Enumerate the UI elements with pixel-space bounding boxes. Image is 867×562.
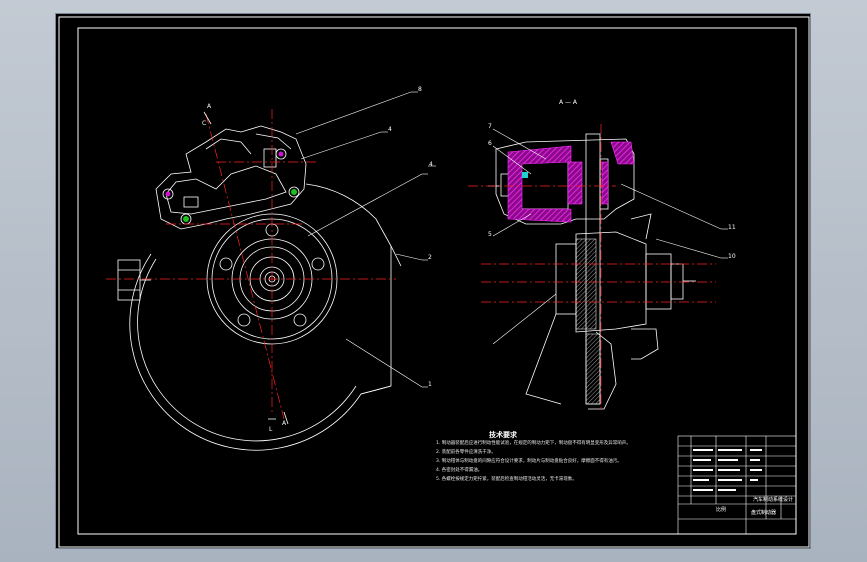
section-mark-c: C: [202, 120, 207, 127]
section-title: A — A: [559, 99, 578, 106]
callout-right-4: 11: [728, 224, 736, 231]
callout-left-1: 8: [418, 86, 422, 93]
technical-notes-title: 技术要求: [489, 431, 517, 439]
caliper-section-hatch: [507, 145, 572, 223]
technical-note-5: 5. 各螺栓按规定力矩拧紧，装配后检查制动钳活动灵活，无卡滞现象。: [436, 477, 577, 482]
title-block-scale-label: 比例: [716, 507, 727, 513]
caliper-bolt-accent-3: [278, 151, 284, 157]
callout-right-2: 6: [488, 140, 492, 147]
disc-hatch: [585, 333, 601, 405]
caliper-bolt-accent-2: [183, 216, 189, 222]
technical-note-4: 4. 各密封处不得漏油。: [436, 468, 483, 473]
technical-note-1: 1. 制动器装配后应进行制动性能试验，在规定的制动力矩下，制动盘不得有明显变形及…: [436, 441, 631, 446]
hub-hatch: [575, 238, 597, 330]
section-mark-l: L: [269, 426, 273, 433]
seal-accent: [522, 172, 528, 178]
section-line-a: [203, 111, 289, 425]
outer-border: [58, 16, 810, 548]
callout-right-3: 5: [488, 231, 492, 238]
cad-viewport[interactable]: A — A A A C L 8 4 4 2 1 7 6 5 11 10 技术要求…: [55, 13, 811, 549]
callout-left-2: 4: [388, 126, 392, 133]
title-block-fill: [693, 449, 762, 491]
callout-left-3: 4: [429, 161, 433, 168]
section-mark-a-top: A: [207, 103, 212, 110]
brake-pad-hatch: [567, 161, 583, 205]
front-view: [117, 125, 402, 451]
caliper-bolt-accent: [291, 189, 297, 195]
technical-note-3: 3. 制动钳体与制动盘的间隙应符合设计要求，制动片与制动盘贴合良好，摩擦面不得有…: [436, 459, 622, 464]
callout-right-5: 10: [728, 253, 736, 260]
caliper-arm-hatch: [610, 141, 635, 165]
section-mark-a-bottom: A: [282, 420, 287, 427]
brake-pad-hatch-2: [601, 161, 609, 205]
callout-right-1: 7: [488, 123, 492, 130]
front-centerlines: [106, 109, 396, 420]
title-block-drawing-name: 盘式制动器: [751, 510, 777, 516]
brake-assembly-drawing: [58, 16, 810, 548]
title-block-company: 汽车制动系统设计: [753, 497, 794, 503]
callout-left-4: 2: [428, 254, 432, 261]
caliper-bolt-accent-4: [165, 191, 171, 197]
technical-note-2: 2. 装配前各零件应清洗干净。: [436, 450, 496, 455]
callout-left-5: 1: [428, 381, 432, 388]
